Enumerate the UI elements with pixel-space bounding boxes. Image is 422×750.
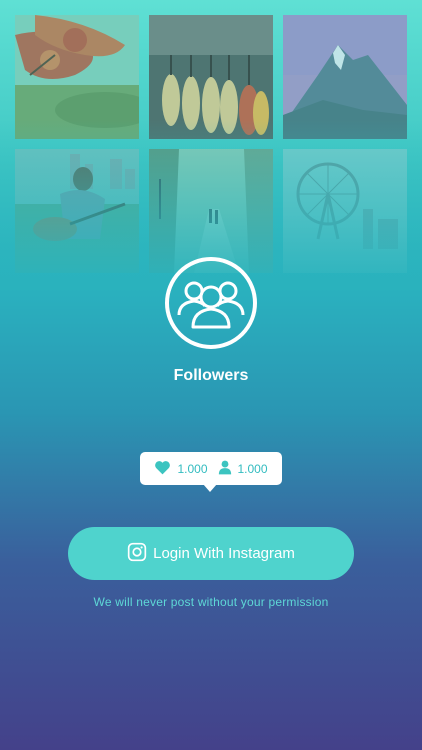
page-title: Followers (173, 367, 249, 384)
stats-bubble: 1.000 1.000 (140, 452, 282, 492)
login-button-label: Login With Instagram (153, 545, 295, 562)
instagram-icon (127, 542, 147, 566)
followers-group-icon (165, 257, 257, 349)
likes-stat: 1.000 (154, 460, 208, 478)
heart-icon (154, 460, 171, 478)
likes-count: 1.000 (177, 461, 208, 476)
login-with-instagram-button[interactable]: Login With Instagram (68, 527, 354, 580)
privacy-note: We will never post without your permissi… (93, 595, 329, 609)
stats-bubble-tail (203, 484, 217, 492)
followers-stat: 1.000 (218, 460, 268, 478)
person-icon (218, 460, 232, 478)
followers-count: 1.000 (237, 461, 268, 476)
